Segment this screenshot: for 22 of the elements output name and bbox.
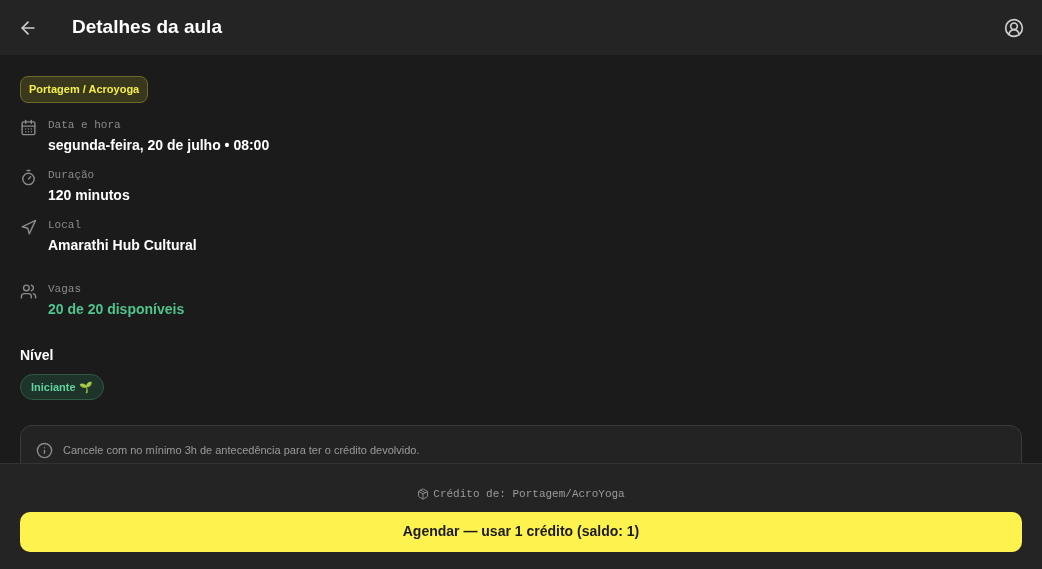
level-heading: Nível (20, 345, 55, 365)
navigation-icon (20, 218, 37, 236)
category-tag: Portagem / Acroyoga (20, 76, 149, 103)
notice-text: Cancele com no mínimo 3h de antecedência para ter o crédito devolvido. (63, 442, 420, 458)
timer-icon (20, 168, 37, 186)
detail-value: 20 de 20 disponíveis (48, 299, 185, 319)
profile-button[interactable] (1004, 17, 1024, 38)
detail-label: Duração (48, 167, 96, 182)
detail-value: 120 minutos (48, 185, 130, 205)
calendar-icon (20, 118, 37, 136)
book-button[interactable]: Agendar — usar 1 crédito (saldo: 1) (20, 511, 1022, 552)
people-icon (20, 282, 37, 300)
package-icon (417, 488, 430, 501)
info-icon (36, 441, 53, 459)
detail-value: segunda-feira, 20 de julho • 08:00 (48, 135, 270, 155)
page-title: Detalhes da aula (72, 15, 222, 40)
level-badge: Iniciante 🌱 (20, 373, 104, 400)
detail-label: Data e hora (48, 117, 122, 132)
detail-label: Vagas (48, 281, 82, 296)
credit-source: Crédito de: Portagem/AcroYoga (433, 487, 625, 502)
detail-label: Local (48, 217, 82, 232)
detail-value: Amarathi Hub Cultural (48, 235, 197, 255)
